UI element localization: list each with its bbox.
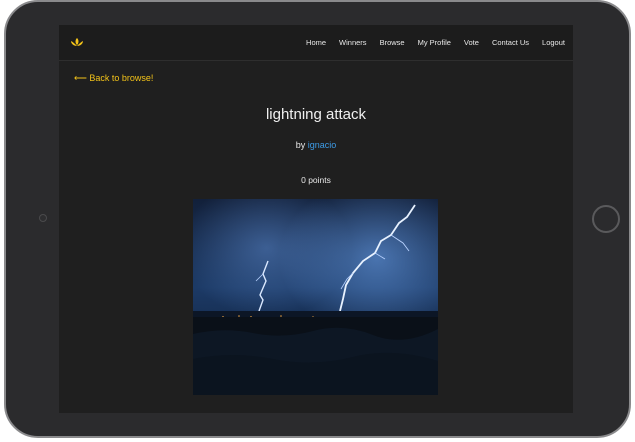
byline-prefix: by [295, 140, 308, 150]
points-count: 0 points [301, 175, 331, 185]
post-title: lightning attack [265, 106, 367, 123]
nav-home[interactable]: Home [306, 38, 326, 47]
byline: by ignacio [59, 140, 573, 150]
lightning-photo [193, 199, 438, 395]
browser-screen: Home Winners Browse My Profile Vote Cont… [59, 25, 573, 413]
top-nav: Home Winners Browse My Profile Vote Cont… [59, 25, 573, 61]
back-to-browse-link[interactable]: ⟵ Back to browse! [74, 73, 153, 84]
nav-winners[interactable]: Winners [339, 38, 367, 47]
nav-contact-us[interactable]: Contact Us [492, 38, 529, 47]
author-link[interactable]: ignacio [308, 140, 337, 150]
lotus-icon[interactable] [70, 37, 84, 48]
nav-vote[interactable]: Vote [464, 38, 479, 47]
home-button[interactable] [592, 205, 620, 233]
nav-menu: Home Winners Browse My Profile Vote Cont… [293, 38, 565, 47]
nav-logout[interactable]: Logout [542, 38, 565, 47]
camera-icon [39, 214, 47, 222]
nav-my-profile[interactable]: My Profile [418, 38, 451, 47]
nav-browse[interactable]: Browse [380, 38, 405, 47]
